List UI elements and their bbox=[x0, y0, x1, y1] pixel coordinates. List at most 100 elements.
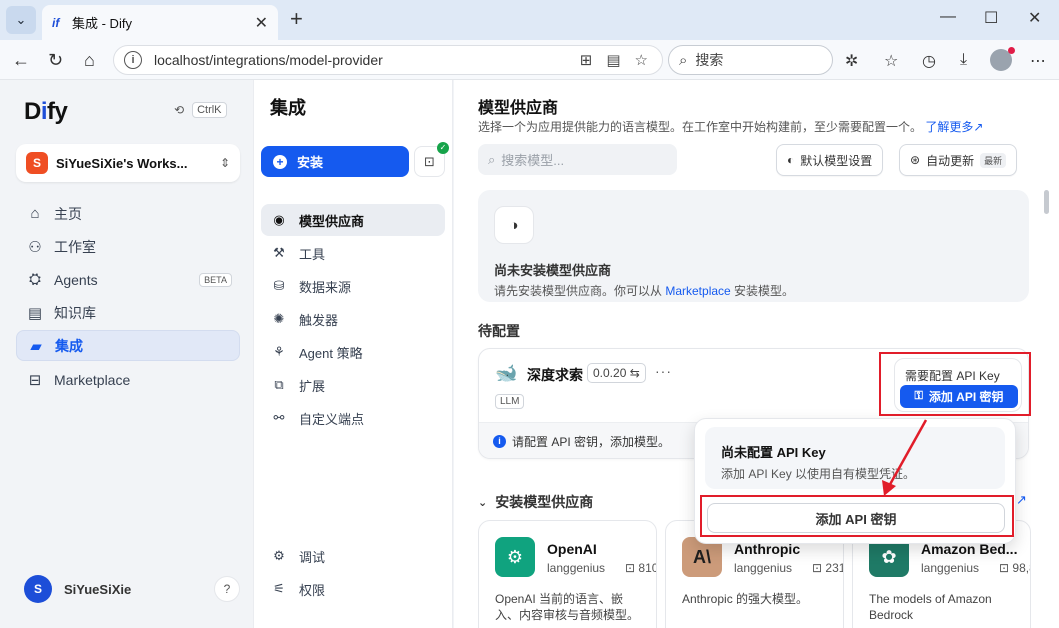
plus-icon: + bbox=[273, 154, 287, 169]
provider-org: langgenius bbox=[734, 561, 793, 575]
integrations-sidebar: 集成 + 安装 ⊡ ✓ ◉ 模型供应商 ⚒ 工具 ⛁ 数据来源 ✺ 触发器 ⚘ Agent… bbox=[253, 80, 453, 628]
address-bar[interactable]: i localhost/integrations/model-provider … bbox=[113, 45, 663, 75]
nav-datasource[interactable]: ⛁ 数据来源 bbox=[261, 270, 445, 302]
download-icon: ⊡ bbox=[812, 561, 823, 575]
agents-icon: ⛭ bbox=[28, 271, 41, 288]
provider-desc: Anthropic 的强大模型。 bbox=[682, 592, 809, 606]
install-button[interactable]: + 安装 bbox=[261, 146, 409, 177]
minimize-icon[interactable]: — bbox=[940, 8, 956, 26]
learn-more-link[interactable]: 了解更多↗ bbox=[925, 120, 983, 134]
empty-state: ◑ 尚未安装模型供应商 请先安装模型供应商。你可以从 Marketplace 安… bbox=[478, 190, 1029, 302]
tools-icon: ⚒ bbox=[273, 245, 285, 260]
user-name: SiYueSiXie bbox=[64, 581, 132, 597]
switch-version-icon: ⇆ bbox=[629, 366, 640, 380]
back-icon[interactable]: ← bbox=[12, 50, 30, 70]
install-section-header[interactable]: ⌄ 安装模型供应商 bbox=[478, 492, 593, 512]
install-count: ⊡ 98,863 bbox=[999, 561, 1030, 575]
nav-custom-endpoint[interactable]: ⚯ 自定义端点 bbox=[261, 402, 445, 434]
studio-icon: ⚇ bbox=[28, 238, 42, 256]
url-text: localhost/integrations/model-provider bbox=[154, 52, 383, 68]
debug-icon: ⚙ bbox=[273, 548, 285, 563]
info-icon: i bbox=[493, 435, 506, 448]
annotation-arrow bbox=[882, 419, 928, 496]
empty-desc: 请先安装模型供应商。你可以从 Marketplace 安装模型。 bbox=[494, 284, 795, 298]
model-provider-icon: ◉ bbox=[273, 212, 285, 227]
close-tab-icon[interactable]: ✕ bbox=[255, 13, 268, 33]
extensions-icon[interactable]: ✲ bbox=[845, 51, 858, 71]
history-icon[interactable]: ◷ bbox=[922, 51, 936, 71]
apps-icon[interactable]: ⊞ bbox=[580, 51, 593, 69]
browser-search-box[interactable]: ⌕ 搜索 bbox=[668, 45, 833, 75]
tab-list-button[interactable]: ⌄ bbox=[6, 6, 36, 34]
page-title: 模型供应商 bbox=[478, 100, 559, 117]
workspace-selector[interactable]: S SiYueSiXie's Works... ⇕ bbox=[16, 144, 240, 182]
install-status-button[interactable]: ⊡ ✓ bbox=[414, 142, 449, 177]
dify-app: Dify ⟲ CtrlK S SiYueSiXie's Works... ⇕ ⌂… bbox=[0, 80, 1059, 628]
download-icon: ⊡ bbox=[625, 561, 636, 575]
popup-info: 尚未配置 API Key 添加 API Key 以使用自有模型凭证。 bbox=[705, 427, 1005, 489]
home-icon: ⌂ bbox=[30, 205, 40, 222]
new-tab-icon[interactable]: + bbox=[290, 8, 303, 30]
chevron-down-icon: ⌄ bbox=[15, 12, 27, 27]
profile-avatar[interactable] bbox=[990, 47, 1015, 71]
pending-section-title: 待配置 bbox=[478, 323, 520, 339]
nav-agent-strategy[interactable]: ⚘ Agent 策略 bbox=[261, 336, 445, 368]
brain-icon: ◑ bbox=[494, 206, 534, 244]
provider-card-openai[interactable]: ⚙ OpenAI langgenius ⊡ 810,4 OpenAI 当前的语言… bbox=[478, 520, 657, 628]
marketplace-link[interactable]: Marketplace bbox=[665, 284, 730, 298]
latest-tag: 最新 bbox=[980, 152, 1007, 168]
provider-org: langgenius bbox=[547, 561, 606, 575]
global-search-shortcut[interactable]: ⟲ CtrlK bbox=[174, 102, 227, 118]
favorites-icon[interactable]: ☆ bbox=[884, 51, 898, 71]
nav-permission[interactable]: ⚟ 权限 bbox=[261, 573, 445, 605]
favorite-star-icon[interactable]: ☆ bbox=[635, 51, 648, 69]
beta-badge: BETA bbox=[199, 272, 232, 287]
close-window-icon[interactable]: ✕ bbox=[1028, 8, 1041, 28]
openai-logo-icon: ⚙ bbox=[495, 537, 535, 577]
more-actions-icon[interactable]: ··· bbox=[655, 363, 672, 379]
site-info-icon[interactable]: i bbox=[124, 51, 142, 69]
browser-toolbar: ← ↻ ⌂ i localhost/integrations/model-pro… bbox=[0, 40, 1059, 80]
nav-tools[interactable]: ⚒ 工具 bbox=[261, 237, 445, 269]
more-menu-icon[interactable]: ⋯ bbox=[1030, 51, 1046, 71]
sidebar-item-studio[interactable]: ⚇ 工作室 bbox=[16, 231, 240, 262]
nav-trigger[interactable]: ✺ 触发器 bbox=[261, 303, 445, 335]
marketplace-icon: ⊟ bbox=[28, 371, 42, 389]
nav-model-provider[interactable]: ◉ 模型供应商 bbox=[261, 204, 445, 236]
sidebar-item-integrations[interactable]: ▰ 集成 bbox=[16, 330, 240, 361]
nav-extension[interactable]: ⧉ 扩展 bbox=[261, 369, 445, 401]
search-history-icon: ⟲ bbox=[174, 103, 185, 117]
search-icon: ⌕ bbox=[679, 51, 688, 69]
annotation-box-popup-button bbox=[700, 495, 1014, 537]
sidebar-item-home[interactable]: ⌂ 主页 bbox=[16, 198, 240, 229]
agent-strategy-icon: ⚘ bbox=[273, 344, 285, 359]
dify-favicon-icon: if bbox=[52, 15, 60, 30]
dify-logo[interactable]: Dify bbox=[24, 98, 68, 126]
provider-desc: The models of Amazon Bedrock bbox=[869, 592, 992, 622]
reader-icon[interactable]: ▤ bbox=[606, 51, 620, 69]
sidebar-item-agents[interactable]: ⛭ Agents BETA bbox=[16, 264, 240, 295]
main-sidebar: Dify ⟲ CtrlK S SiYueSiXie's Works... ⇕ ⌂… bbox=[0, 80, 252, 628]
nav-debug[interactable]: ⚙ 调试 bbox=[261, 540, 445, 572]
popup-title: 尚未配置 API Key bbox=[721, 445, 826, 460]
default-model-settings-button[interactable]: ◐ 默认模型设置 bbox=[776, 144, 884, 176]
provider-name: 深度求索 bbox=[527, 367, 583, 383]
downloads-icon[interactable]: ⤓ bbox=[960, 51, 967, 69]
sidebar-item-marketplace[interactable]: ⊟ Marketplace bbox=[16, 364, 240, 395]
model-search-input[interactable]: ⌕ 搜索模型... bbox=[478, 144, 677, 175]
refresh-icon[interactable]: ↻ bbox=[48, 50, 63, 70]
maximize-icon[interactable]: ☐ bbox=[984, 8, 998, 28]
version-badge[interactable]: 0.0.20 ⇆ bbox=[587, 363, 646, 383]
provider-name: OpenAI bbox=[547, 541, 597, 557]
sidebar-item-knowledge[interactable]: ▤ 知识库 bbox=[16, 297, 240, 328]
scrollbar-thumb[interactable] bbox=[1044, 190, 1049, 214]
external-link-icon[interactable]: ↗ bbox=[1016, 492, 1027, 508]
auto-update-button[interactable]: ⊛ 自动更新 最新 bbox=[899, 144, 1018, 176]
provider-org: langgenius bbox=[921, 561, 980, 575]
annotation-box-config bbox=[879, 352, 1031, 416]
browser-tab[interactable]: if 集成 - Dify ✕ bbox=[42, 5, 278, 40]
package-icon: ⊡ bbox=[424, 153, 435, 169]
home-icon[interactable]: ⌂ bbox=[84, 50, 95, 70]
user-menu[interactable]: S SiYueSiXie ? bbox=[24, 575, 240, 603]
help-button[interactable]: ? bbox=[214, 576, 240, 602]
